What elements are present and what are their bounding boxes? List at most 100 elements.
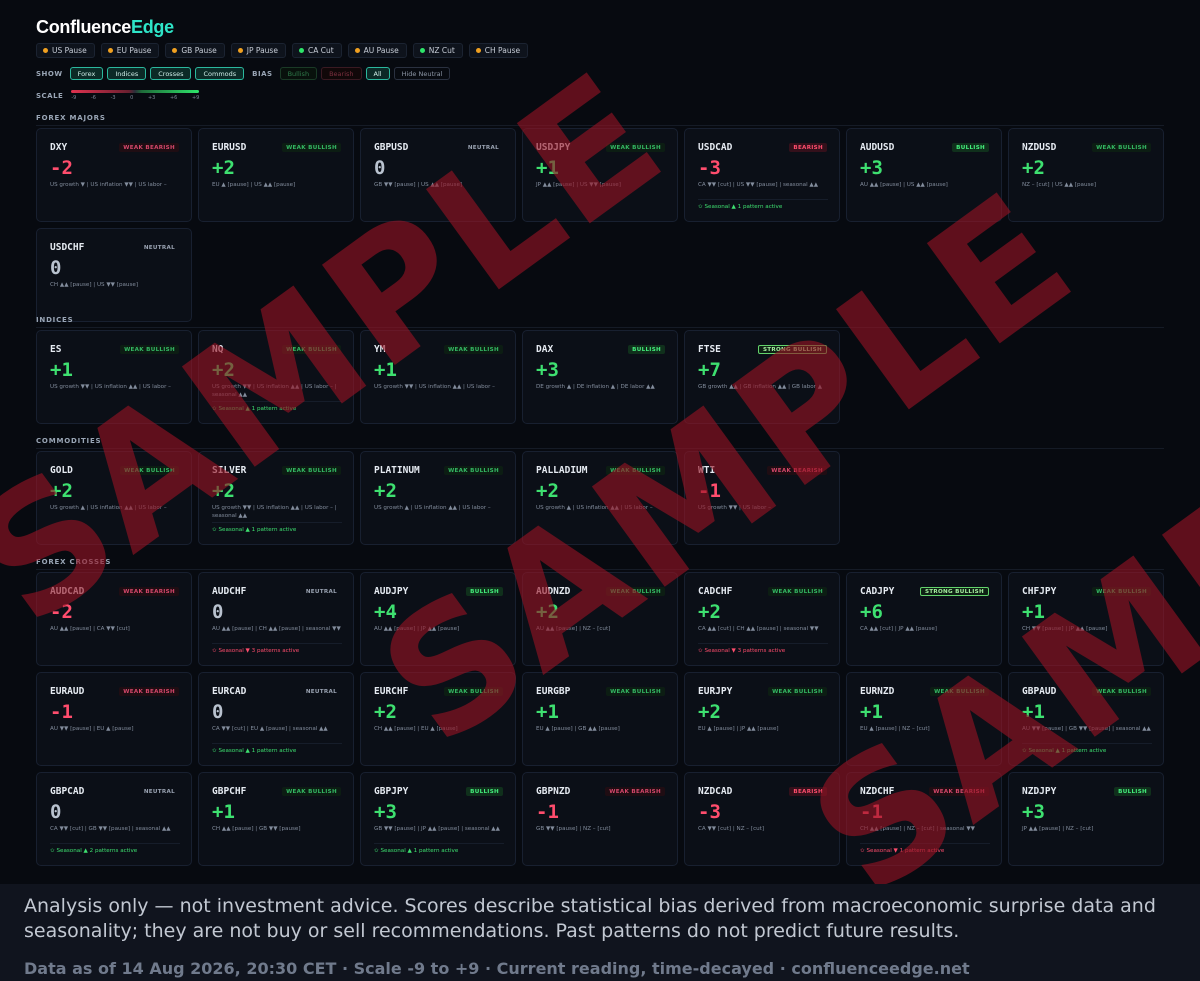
instrument-symbol: GBPJPY (374, 786, 409, 797)
instrument-card[interactable]: EURAUD WEAK BEARISH -1 AU ▼▼ [pause] | EU ▲… (36, 672, 192, 766)
instrument-symbol: PALLADIUM (536, 465, 588, 476)
instrument-card[interactable]: GBPNZD WEAK BEARISH -1 GB ▼▼ [pause] | NZ –… (522, 772, 678, 866)
show-filter-commods[interactable]: Commods (195, 67, 245, 80)
session-label: JP Pause (246, 46, 278, 55)
section-forex-crosses: FOREX CROSSES (36, 558, 1164, 570)
instrument-card[interactable]: DAX BULLISH +3 DE growth ▲ | DE inflation ▲… (522, 330, 678, 424)
instrument-symbol: FTSE (698, 344, 721, 355)
instrument-card[interactable]: AUDUSD BULLISH +3 AU ▲▲ [pause] | US ▲▲ [pa… (846, 128, 1002, 222)
bias-filter-hide-neutral[interactable]: Hide Neutral (393, 67, 451, 80)
instrument-card[interactable]: EURJPY WEAK BULLISH +2 EU ▲ [pause] | JP ▲▲… (684, 672, 840, 766)
session-chip[interactable]: AU Pause (347, 43, 407, 58)
brand-logo[interactable]: ConfluenceEdge (36, 17, 174, 38)
bias-score: +1 (860, 701, 883, 723)
driver-summary: US growth ▲ | US inflation ▲▲ | US labor… (536, 505, 653, 511)
seasonal-indicator: ✩ Seasonal ▲ 1 pattern active (1022, 743, 1152, 754)
session-label: NZ Cut (428, 46, 455, 55)
session-chip[interactable]: EU Pause (100, 43, 160, 58)
bias-score: -1 (698, 480, 721, 502)
bias-badge: WEAK BEARISH (929, 787, 989, 796)
driver-summary: AU ▲▲ [pause] | NZ – [cut] (536, 626, 611, 632)
instrument-card[interactable]: AUDCAD WEAK BEARISH -2 AU ▲▲ [pause] | CA ▼… (36, 572, 192, 666)
session-chip[interactable]: US Pause (36, 43, 95, 58)
instrument-card[interactable]: NZDCAD BEARISH -3 CA ▼▼ [cut] | NZ – [cut] (684, 772, 840, 866)
instrument-card[interactable]: DXY WEAK BEARISH -2 US growth ▼ | US inflat… (36, 128, 192, 222)
driver-summary: DE growth ▲ | DE inflation ▲ | DE labor … (536, 384, 655, 390)
instrument-symbol: AUDNZD (536, 586, 571, 597)
bias-score: +4 (374, 601, 397, 623)
instrument-symbol: CADCHF (698, 586, 733, 597)
show-filter-indices[interactable]: Indices (107, 67, 147, 80)
instrument-card[interactable]: AUDCHF NEUTRAL 0 AU ▲▲ [pause] | CH ▲▲ [pau… (198, 572, 354, 666)
instrument-symbol: NZDUSD (1022, 142, 1057, 153)
instrument-card[interactable]: WTI WEAK BEARISH -1 US growth ▼▼ | US labor… (684, 451, 840, 545)
bias-badge: BEARISH (789, 787, 827, 796)
instrument-card[interactable]: PLATINUM WEAK BULLISH +2 US growth ▲ | US i… (360, 451, 516, 545)
scale-ticks: -9 -6 -3 0 +3 +6 +9 (71, 95, 199, 101)
driver-summary: NZ – [cut] | US ▲▲ [pause] (1022, 182, 1097, 188)
instrument-card[interactable]: EURNZD WEAK BULLISH +1 EU ▲ [pause] | NZ – … (846, 672, 1002, 766)
driver-summary: GB ▼▼ [pause] | US ▲▲ [pause] (374, 182, 463, 188)
bias-score: 0 (212, 701, 224, 723)
instrument-card[interactable]: USDCAD BEARISH -3 CA ▼▼ [cut] | US ▼▼ [paus… (684, 128, 840, 222)
instrument-symbol: GBPCAD (50, 786, 85, 797)
show-filter-crosses[interactable]: Crosses (150, 67, 192, 80)
seasonal-indicator: ✩ Seasonal ▲ 1 pattern active (212, 743, 342, 754)
instrument-card[interactable]: GBPCAD NEUTRAL 0 CA ▼▼ [cut] | GB ▼▼ [pause… (36, 772, 192, 866)
instrument-card[interactable]: GBPJPY BULLISH +3 GB ▼▼ [pause] | JP ▲▲ [pa… (360, 772, 516, 866)
bias-filter-bearish[interactable]: Bearish (321, 67, 362, 80)
instrument-card[interactable]: CADJPY STRONG BULLISH +6 CA ▲▲ [cut] | JP ▲… (846, 572, 1002, 666)
instrument-card[interactable]: PALLADIUM WEAK BULLISH +2 US growth ▲ | US … (522, 451, 678, 545)
section-title: FOREX CROSSES (36, 558, 112, 566)
driver-summary: US growth ▼▼ | US labor – (698, 505, 771, 511)
brand-part-1: Confluence (36, 17, 132, 37)
instrument-card[interactable]: EURUSD WEAK BULLISH +2 EU ▲ [pause] | US ▲▲… (198, 128, 354, 222)
driver-summary: CH ▲▲ [pause] | EU ▲ [pause] (374, 726, 458, 732)
instrument-card[interactable]: GBPCHF WEAK BULLISH +1 CH ▲▲ [pause] | GB ▼… (198, 772, 354, 866)
instrument-symbol: NZDJPY (1022, 786, 1057, 797)
bias-score: +3 (1022, 801, 1045, 823)
instrument-card[interactable]: AUDNZD WEAK BULLISH +2 AU ▲▲ [pause] | NZ –… (522, 572, 678, 666)
scale-tick: -9 (71, 95, 77, 101)
bias-score: +1 (50, 359, 73, 381)
instrument-card[interactable]: CHFJPY WEAK BULLISH +1 CH ▼▼ [pause] | JP ▲… (1008, 572, 1164, 666)
status-dot-icon (298, 48, 304, 53)
instrument-card[interactable]: GOLD WEAK BULLISH +2 US growth ▲ | US infla… (36, 451, 192, 545)
driver-summary: CH ▼▼ [pause] | JP ▲▲ [pause] (1022, 626, 1108, 632)
instrument-card[interactable]: USDJPY WEAK BULLISH +1 JP ▲▲ [pause] | US ▼… (522, 128, 678, 222)
driver-summary: AU ▼▼ [pause] | EU ▲ [pause] (50, 726, 134, 732)
instrument-card[interactable]: USDCHF NEUTRAL 0 CH ▲▲ [pause] | US ▼▼ [pau… (36, 228, 192, 322)
filter-bar: SHOW Forex Indices Crosses Commods BIAS Bul… (36, 67, 451, 80)
seasonal-indicator: ✩ Seasonal ▼ 3 patterns active (698, 643, 828, 654)
session-chip[interactable]: CA Cut (291, 43, 342, 58)
instrument-card[interactable]: AUDJPY BULLISH +4 AU ▲▲ [pause] | JP ▲▲ [pa… (360, 572, 516, 666)
session-chip[interactable]: GB Pause (165, 43, 225, 58)
bias-score: +2 (212, 157, 235, 179)
instrument-card[interactable]: EURGBP WEAK BULLISH +1 EU ▲ [pause] | GB ▲▲… (522, 672, 678, 766)
bias-score: 0 (50, 257, 62, 279)
bias-filter-all[interactable]: All (365, 67, 390, 80)
session-chip[interactable]: JP Pause (230, 43, 286, 58)
instrument-card[interactable]: NQ WEAK BULLISH +2 US growth ▼▼ | US inflat… (198, 330, 354, 424)
session-chip[interactable]: CH Pause (468, 43, 529, 58)
instrument-card[interactable]: GBPUSD NEUTRAL 0 GB ▼▼ [pause] | US ▲▲ [pau… (360, 128, 516, 222)
instrument-card[interactable]: GBPAUD WEAK BULLISH +1 AU ▼▼ [pause] | GB ▼… (1008, 672, 1164, 766)
instrument-symbol: GBPNZD (536, 786, 571, 797)
instrument-card[interactable]: CADCHF WEAK BULLISH +2 CA ▲▲ [cut] | CH ▲▲ … (684, 572, 840, 666)
bias-score: +1 (1022, 601, 1045, 623)
instrument-card[interactable]: NZDJPY BULLISH +3 JP ▲▲ [pause] | NZ – [cut… (1008, 772, 1164, 866)
bias-badge: NEUTRAL (467, 144, 499, 151)
instrument-card[interactable]: SILVER WEAK BULLISH +2 US growth ▼▼ | US in… (198, 451, 354, 545)
instrument-symbol: EURUSD (212, 142, 247, 153)
bias-filter-bullish[interactable]: Bullish (279, 67, 318, 80)
instrument-card[interactable]: YM WEAK BULLISH +1 US growth ▼▼ | US inflat… (360, 330, 516, 424)
instrument-card[interactable]: ES WEAK BULLISH +1 US growth ▼▼ | US inflat… (36, 330, 192, 424)
instrument-symbol: EURAUD (50, 686, 85, 697)
instrument-card[interactable]: FTSE STRONG BULLISH +7 GB growth ▲▲ | GB in… (684, 330, 840, 424)
instrument-card[interactable]: NZDUSD WEAK BULLISH +2 NZ – [cut] | US ▲▲ [… (1008, 128, 1164, 222)
instrument-card[interactable]: EURCHF WEAK BULLISH +2 CH ▲▲ [pause] | EU ▲… (360, 672, 516, 766)
instrument-card[interactable]: EURCAD NEUTRAL 0 CA ▼▼ [cut] | EU ▲ [pause]… (198, 672, 354, 766)
instrument-card[interactable]: NZDCHF WEAK BEARISH -1 CH ▲▲ [pause] | NZ –… (846, 772, 1002, 866)
show-filter-forex[interactable]: Forex (69, 67, 104, 80)
session-chip[interactable]: NZ Cut (412, 43, 463, 58)
